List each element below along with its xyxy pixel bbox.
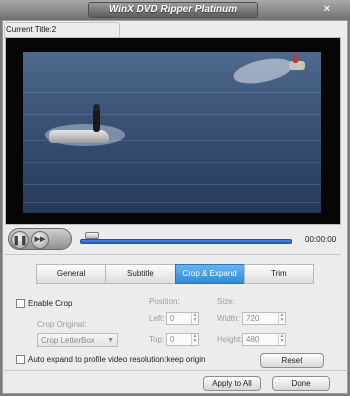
video-preview bbox=[23, 52, 321, 213]
main-rider-head bbox=[93, 104, 100, 111]
left-value: 0 bbox=[170, 314, 175, 323]
left-stepper-icon[interactable]: ▲ ▼ bbox=[191, 313, 198, 324]
crop-original-label: Crop Original: bbox=[37, 320, 87, 329]
pause-icon[interactable]: ❚❚ bbox=[11, 231, 29, 249]
height-stepper-icon[interactable]: ▲ ▼ bbox=[278, 334, 285, 345]
top-value: 0 bbox=[170, 335, 175, 344]
tab-general[interactable]: General bbox=[36, 264, 106, 284]
width-label: Width: bbox=[217, 314, 240, 323]
window-title: WinX DVD Ripper Platinum bbox=[88, 2, 258, 18]
progress-track[interactable] bbox=[80, 239, 292, 244]
auto-expand-checkbox[interactable] bbox=[16, 355, 25, 364]
distant-rider bbox=[293, 55, 298, 63]
reset-button[interactable]: Reset bbox=[260, 353, 324, 368]
width-input[interactable]: 720 ▲ ▼ bbox=[242, 312, 286, 325]
divider bbox=[5, 254, 341, 255]
time-readout: 00:00:00 bbox=[305, 235, 337, 244]
tab-subtitle[interactable]: Subtitle bbox=[105, 264, 175, 284]
height-label: Height: bbox=[217, 335, 243, 344]
crop-original-value: Crop LetterBox bbox=[41, 336, 95, 345]
tab-crop-expand[interactable]: Crop & Expand bbox=[174, 264, 244, 284]
done-button[interactable]: Done bbox=[272, 376, 330, 391]
crop-original-dropdown[interactable]: Crop LetterBox ▼ bbox=[37, 333, 118, 347]
height-value: 480 bbox=[246, 335, 260, 344]
position-label: Position: bbox=[149, 297, 180, 306]
close-icon[interactable]: × bbox=[320, 2, 334, 16]
current-title-label: Current Title:2 bbox=[6, 25, 57, 34]
title-bar: WinX DVD Ripper Platinum × bbox=[0, 0, 350, 20]
enable-crop-checkbox[interactable] bbox=[16, 299, 25, 308]
tab-trim[interactable]: Trim bbox=[243, 264, 314, 284]
top-input[interactable]: 0 ▲ ▼ bbox=[166, 333, 199, 346]
height-input[interactable]: 480 ▲ ▼ bbox=[242, 333, 286, 346]
footer-divider bbox=[2, 370, 348, 371]
top-stepper-icon[interactable]: ▲ ▼ bbox=[191, 334, 198, 345]
size-label: Size: bbox=[217, 297, 235, 306]
main-rider bbox=[93, 108, 100, 132]
settings-tabs: General Subtitle Crop & Expand Trim bbox=[36, 264, 314, 284]
width-value: 720 bbox=[246, 314, 260, 323]
main-jetski bbox=[49, 130, 109, 143]
progress-thumb[interactable] bbox=[85, 232, 99, 239]
left-input[interactable]: 0 ▲ ▼ bbox=[166, 312, 199, 325]
transport-controls: ❚❚ ▶▶ bbox=[8, 228, 72, 250]
width-stepper-icon[interactable]: ▲ ▼ bbox=[278, 313, 285, 324]
top-label: Top: bbox=[149, 335, 165, 344]
enable-crop-label: Enable Crop bbox=[28, 299, 73, 308]
apply-to-all-button[interactable]: Apply to All bbox=[203, 376, 261, 391]
distant-wake bbox=[231, 54, 295, 88]
fast-forward-icon[interactable]: ▶▶ bbox=[31, 231, 49, 249]
left-label: Left: bbox=[149, 314, 165, 323]
auto-expand-label: Auto expand to profile video resolution:… bbox=[28, 355, 206, 364]
chevron-down-icon: ▼ bbox=[107, 337, 114, 344]
